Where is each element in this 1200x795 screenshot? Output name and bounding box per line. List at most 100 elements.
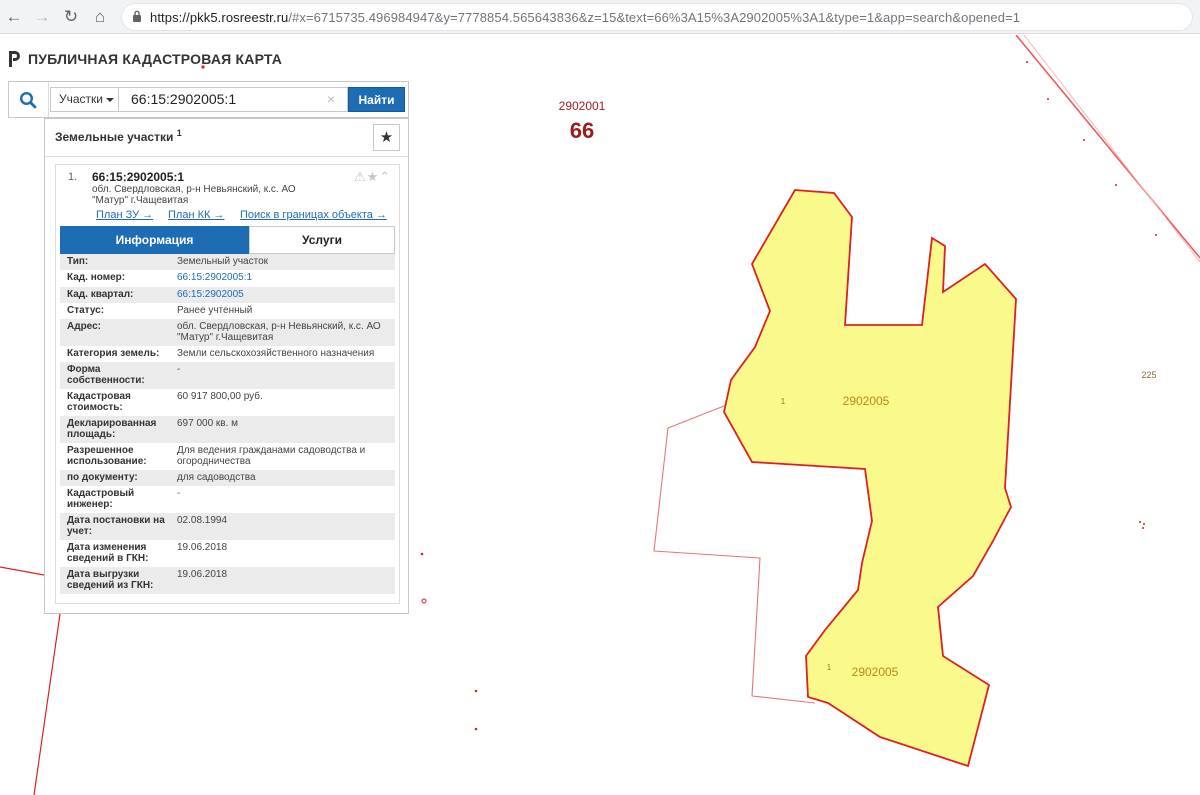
search-bar: Участки 66:15:2902005:1 × Найти (8, 81, 409, 118)
result-cadastral-number[interactable]: 66:15:2902005:1 (92, 170, 184, 184)
forward-arrow-icon[interactable]: → (30, 5, 54, 29)
info-value: Для ведения гражданами садоводства и ого… (177, 445, 366, 467)
search-button[interactable]: Найти (348, 87, 405, 112)
search-input[interactable]: 66:15:2902005:1 (118, 87, 348, 112)
map-marker (1143, 523, 1145, 525)
search-within-link[interactable]: Поиск в границах объекта → (240, 209, 387, 221)
info-label: Разрешенное использование: (67, 445, 147, 467)
result-index: 1. (68, 171, 78, 183)
home-icon[interactable]: ⌂ (88, 5, 112, 29)
info-row: Кад. номер: 66:15:2902005:1 (60, 270, 395, 287)
info-value: 19.06.2018 (177, 569, 228, 580)
info-row: Категория земель: Земли сельскохозяйстве… (60, 346, 395, 362)
results-title-text: Земельные участки (55, 130, 174, 144)
lock-icon (133, 10, 141, 22)
map-marker (1047, 98, 1049, 100)
info-row: Адрес: обл. Свердловская, р-н Невьянский… (60, 319, 395, 346)
boundary-line (1023, 35, 1200, 263)
app-title: ПУБЛИЧНАЯ КАДАСТРОВАЯ КАРТА (28, 51, 283, 67)
browser-toolbar: ← → ↻ ⌂ https://pkk5.rosreestr.ru/#x=671… (0, 0, 1200, 34)
info-label: Кадастровая стоимость: (67, 391, 131, 413)
quarter-number-label: 2902001 (559, 99, 606, 113)
boundary-line (33, 613, 61, 795)
info-label: Дата постановки на учет: (67, 515, 165, 537)
info-row: Дата постановки на учет: 02.08.1994 (60, 513, 395, 540)
address-bar[interactable]: https://pkk5.rosreestr.ru/#x=6715735.496… (121, 3, 1193, 31)
info-value: 60 917 800,00 руб. (177, 391, 263, 402)
info-value-link[interactable]: 66:15:2902005:1 (177, 272, 387, 283)
info-label: Адрес: (67, 321, 101, 332)
info-row: по документу: для садоводства (60, 470, 395, 486)
results-title: Земельные участки 1 (55, 128, 182, 144)
parcel-card: 1. 66:15:2902005:1 обл. Свердловская, р-… (55, 164, 400, 604)
info-value: обл. Свердловская, р-н Невьянский, к.с. … (177, 321, 381, 343)
info-label: Декларированная площадь: (67, 418, 157, 440)
parcel-plan-link[interactable]: План ЗУ → (96, 209, 153, 221)
divider (48, 82, 49, 117)
info-label: по документу: (67, 472, 138, 483)
info-value: 697 000 кв. м (177, 418, 239, 429)
search-type-label: Участки (59, 92, 103, 106)
map-marker (421, 598, 427, 604)
map-marker (474, 727, 478, 731)
info-row: Кадастровый инженер: - (60, 486, 395, 513)
url-text: https://pkk5.rosreestr.ru/#x=6715735.496… (150, 10, 1020, 25)
info-row: Тип: Земельный участок (60, 254, 395, 270)
back-arrow-icon[interactable]: ← (2, 5, 26, 29)
caret-down-icon (106, 98, 114, 102)
result-address: обл. Свердловская, р-н Невьянский, к.с. … (92, 184, 296, 206)
info-row: Декларированная площадь: 697 000 кв. м (60, 416, 395, 443)
reload-icon[interactable]: ↻ (59, 5, 83, 29)
info-row: Статус: Ранее учтенный (60, 303, 395, 319)
info-row: Разрешенное использование: Для ведения г… (60, 443, 395, 470)
info-label: Дата выгрузки сведений из ГКН: (67, 569, 154, 591)
boundary-line (1015, 35, 1200, 259)
parcel-sub-label: 1 (781, 397, 786, 406)
info-table: Тип: Земельный участок Кад. номер: 66:15… (60, 254, 395, 594)
map-marker (420, 552, 424, 556)
parcel-2902005-1 (723, 189, 1017, 768)
info-label: Кад. квартал: (67, 289, 134, 300)
info-label: Кадастровый инженер: (67, 488, 135, 510)
info-label: Кад. номер: (67, 272, 126, 283)
info-value: - (177, 488, 181, 499)
neighbor-label: 225 (1141, 370, 1156, 380)
info-row: Форма собственности: - (60, 362, 395, 389)
card-action-icons[interactable]: ⚠★⌃ (354, 169, 391, 185)
favorites-button[interactable]: ★ (373, 124, 400, 151)
info-row: Кадастровая стоимость: 60 917 800,00 руб… (60, 389, 395, 416)
divider (45, 156, 408, 157)
map-marker (1115, 184, 1117, 186)
info-row: Дата изменения сведений в ГКН: 19.06.201… (60, 540, 395, 567)
search-type-select[interactable]: Участки (50, 87, 119, 112)
map-marker (1026, 61, 1028, 63)
info-value: 19.06.2018 (177, 542, 228, 553)
tab-information[interactable]: Информация (60, 226, 249, 254)
info-value: Ранее учтенный (177, 305, 253, 316)
info-label: Статус: (67, 305, 105, 316)
results-panel: Земельные участки 1 ★ 1. 66:15:2902005:1… (44, 118, 409, 614)
search-icon[interactable] (19, 91, 37, 109)
map-marker (1139, 521, 1141, 523)
info-label: Дата изменения сведений в ГКН: (67, 542, 149, 564)
parcel-label: 2902005 (843, 394, 890, 408)
boundary-line (0, 566, 45, 576)
card-tabs: Информация Услуги (60, 226, 395, 254)
map-marker (1142, 527, 1144, 529)
results-count: 1 (176, 128, 182, 138)
info-label: Тип: (67, 256, 89, 267)
info-label: Категория земель: (67, 348, 160, 359)
url-host: https://pkk5.rosreestr.ru (150, 10, 289, 25)
rosreestr-logo-icon (9, 51, 20, 67)
info-value: 02.08.1994 (177, 515, 228, 526)
clear-icon[interactable]: × (327, 92, 335, 106)
info-row: Кад. квартал: 66:15:2902005 (60, 287, 395, 303)
tab-services[interactable]: Услуги (249, 226, 395, 254)
parcel-label: 2902005 (852, 665, 899, 679)
info-value: Земли сельскохозяйственного назначения (177, 348, 375, 359)
map-marker (474, 689, 478, 693)
cadastral-plan-link[interactable]: План КК → (168, 209, 224, 221)
info-value-link[interactable]: 66:15:2902005 (177, 289, 387, 300)
info-value: Земельный участок (177, 256, 269, 267)
map-marker (1083, 139, 1085, 141)
